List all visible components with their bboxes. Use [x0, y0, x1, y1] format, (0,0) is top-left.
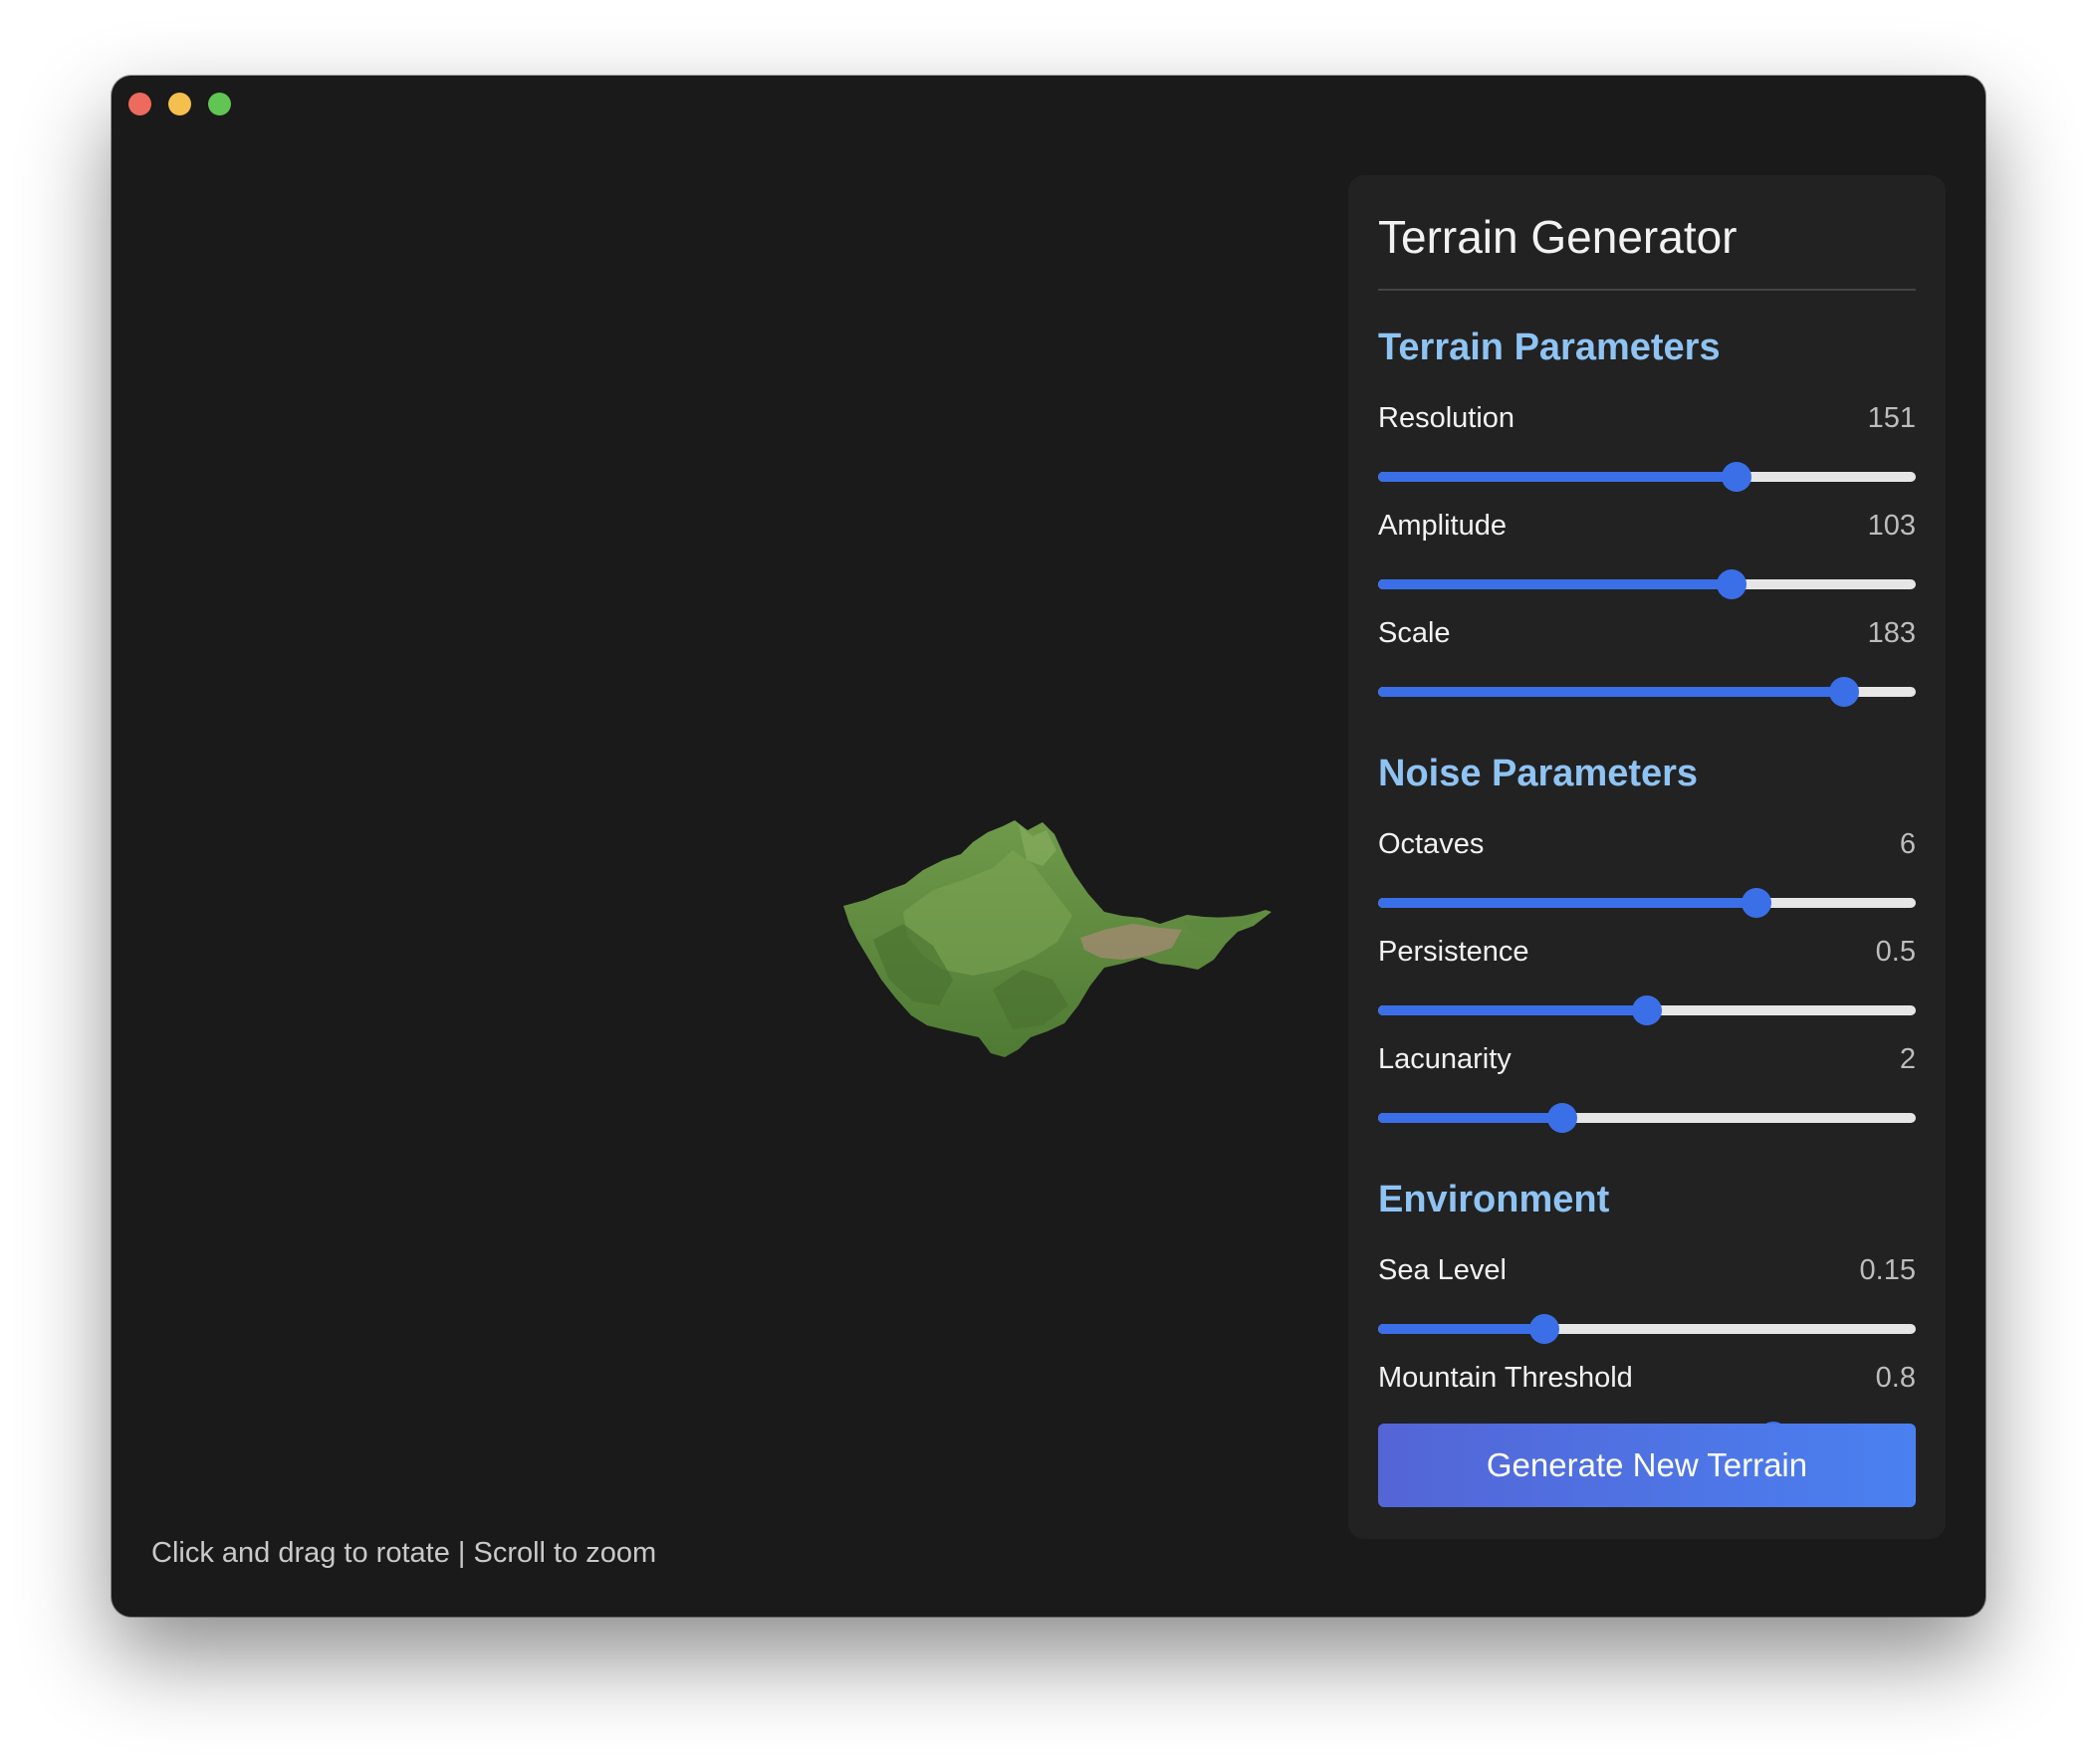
slider-fill	[1378, 472, 1737, 482]
slider-fill	[1378, 898, 1757, 908]
slider-fill	[1378, 1005, 1647, 1015]
environment-section: Environment Sea Level 0.15 Mountain Thre…	[1378, 1175, 1916, 1465]
slider-thumb[interactable]	[1632, 995, 1662, 1025]
slider-fill	[1378, 579, 1732, 589]
param-label: Mountain Threshold	[1378, 1361, 1633, 1394]
param-value: 0.8	[1875, 1361, 1916, 1394]
param-label: Sea Level	[1378, 1253, 1507, 1286]
control-panel: Terrain Generator Terrain Parameters Res…	[1348, 175, 1946, 1539]
slider-thumb[interactable]	[1742, 888, 1772, 918]
scale-slider[interactable]	[1378, 675, 1916, 707]
param-label: Amplitude	[1378, 509, 1507, 542]
section-title-environment: Environment	[1378, 1179, 1610, 1220]
param-value: 0.15	[1859, 1253, 1916, 1286]
controls-hint: Click and drag to rotate | Scroll to zoo…	[151, 1537, 657, 1569]
param-amplitude: Amplitude 103	[1378, 506, 1916, 613]
param-label: Persistence	[1378, 935, 1529, 968]
sea-level-slider[interactable]	[1378, 1312, 1916, 1344]
slider-thumb[interactable]	[1529, 1314, 1560, 1344]
noise-parameters-section: Noise Parameters Octaves 6 Persistence 0…	[1378, 749, 1916, 1147]
octaves-slider[interactable]	[1378, 886, 1916, 918]
param-value: 2	[1899, 1042, 1916, 1075]
param-label: Octaves	[1378, 827, 1485, 860]
panel-title: Terrain Generator	[1378, 175, 1916, 291]
section-title-terrain: Terrain Parameters	[1378, 327, 1721, 368]
param-resolution: Resolution 151	[1378, 398, 1916, 506]
param-value: 0.5	[1875, 935, 1916, 968]
param-label: Resolution	[1378, 401, 1515, 434]
param-sea-level: Sea Level 0.15	[1378, 1250, 1916, 1358]
param-value: 183	[1867, 616, 1916, 649]
app-window: Click and drag to rotate | Scroll to zoo…	[112, 76, 1985, 1617]
slider-thumb[interactable]	[1547, 1103, 1578, 1133]
slider-fill	[1378, 687, 1845, 697]
amplitude-slider[interactable]	[1378, 567, 1916, 599]
param-octaves: Octaves 6	[1378, 824, 1916, 932]
param-persistence: Persistence 0.5	[1378, 932, 1916, 1039]
resolution-slider[interactable]	[1378, 460, 1916, 492]
section-title-noise: Noise Parameters	[1378, 753, 1699, 794]
slider-fill	[1378, 1113, 1563, 1123]
param-value: 151	[1867, 401, 1916, 434]
param-scale: Scale 183	[1378, 613, 1916, 721]
param-value: 103	[1867, 509, 1916, 542]
param-value: 6	[1899, 827, 1916, 860]
slider-thumb[interactable]	[1829, 677, 1860, 707]
slider-fill	[1378, 1324, 1545, 1334]
persistence-slider[interactable]	[1378, 993, 1916, 1025]
slider-thumb[interactable]	[1716, 569, 1747, 599]
terrain-parameters-section: Terrain Parameters Resolution 151 Amplit…	[1378, 323, 1916, 721]
terrain-mesh[interactable]	[843, 820, 1272, 1143]
slider-thumb[interactable]	[1721, 462, 1751, 492]
param-lacunarity: Lacunarity 2	[1378, 1039, 1916, 1147]
lacunarity-slider[interactable]	[1378, 1101, 1916, 1133]
generate-terrain-button[interactable]: Generate New Terrain	[1378, 1424, 1916, 1507]
param-label: Lacunarity	[1378, 1042, 1512, 1075]
param-label: Scale	[1378, 616, 1451, 649]
